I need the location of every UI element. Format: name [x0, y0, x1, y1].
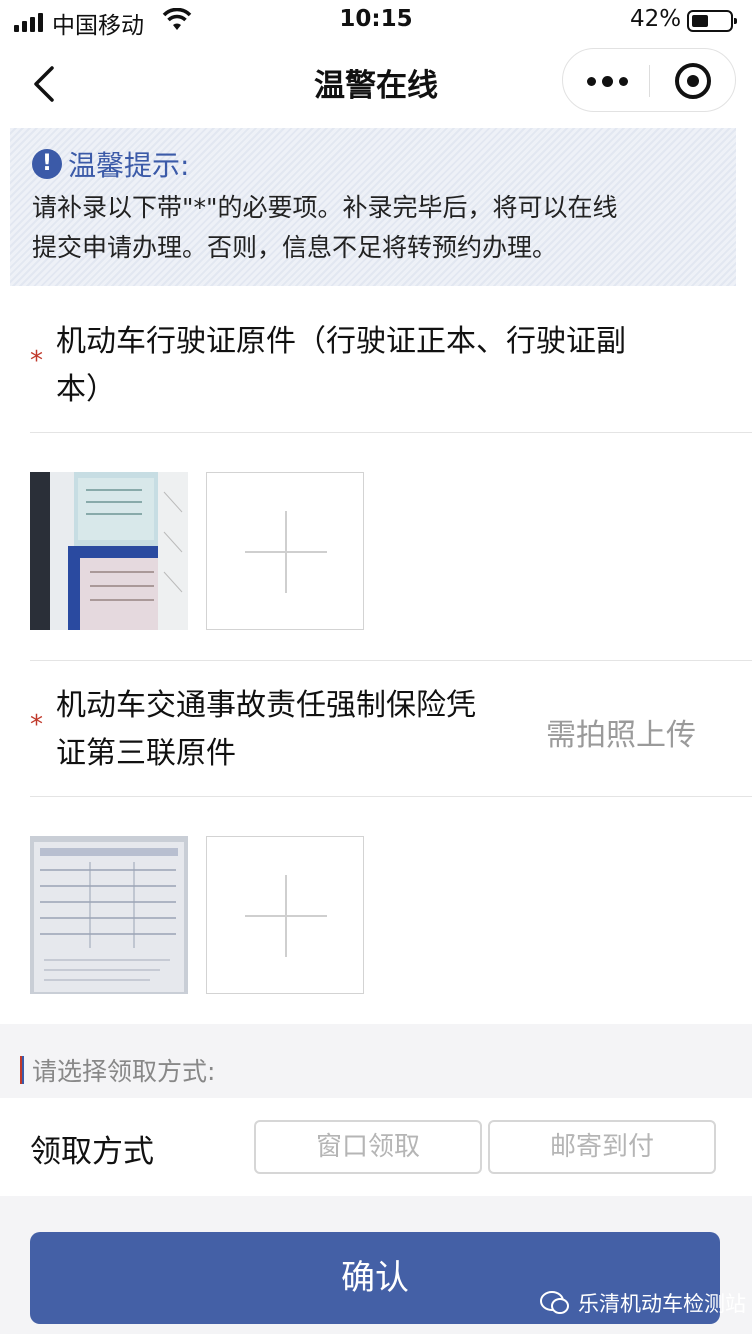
- exclamation-icon: !: [32, 149, 62, 179]
- tip-line-2: 提交申请办理。否则，信息不足将转预约办理。: [32, 233, 558, 262]
- required-star: *: [30, 346, 43, 376]
- divider: [30, 796, 752, 797]
- license-label-line-1: 机动车行驶证原件（行驶证正本、行驶证副: [56, 324, 626, 359]
- nav-bar: 温警在线: [0, 44, 752, 124]
- required-star: *: [30, 710, 43, 740]
- license-label-line-2: 本）: [56, 372, 116, 407]
- close-target-icon[interactable]: [675, 63, 711, 99]
- more-dots-icon[interactable]: [587, 76, 628, 87]
- section-marker: [20, 1056, 24, 1084]
- window-pickup-option[interactable]: 窗口领取: [254, 1120, 482, 1174]
- insurance-label-line-2: 证第三联原件: [56, 736, 236, 771]
- mini-program-capsule: [562, 48, 736, 112]
- add-photo-button[interactable]: [206, 472, 364, 630]
- mail-cod-option[interactable]: 邮寄到付: [488, 1120, 716, 1174]
- divider: [30, 432, 752, 433]
- pickup-section-header: 请选择领取方式:: [20, 1052, 215, 1088]
- tip-line-1: 请补录以下带"*"的必要项。补录完毕后，将可以在线: [32, 193, 618, 222]
- license-photo-thumbnail[interactable]: [30, 472, 188, 630]
- status-bar: 中国移动 10:15 42%: [0, 0, 752, 44]
- insurance-label-line-1: 机动车交通事故责任强制保险凭: [56, 688, 476, 723]
- pickup-method-row: 领取方式 窗口领取 邮寄到付: [0, 1098, 752, 1196]
- tip-title: ! 温馨提示:: [32, 144, 189, 184]
- watermark-text: 乐清机动车检测站: [578, 1292, 746, 1316]
- insurance-section-label: 机动车交通事故责任强制保险凭 证第三联原件: [56, 686, 476, 774]
- pickup-label: 领取方式: [30, 1134, 154, 1170]
- battery-icon: [687, 10, 737, 32]
- capsule-divider: [649, 65, 650, 97]
- upload-hint: 需拍照上传: [546, 718, 696, 753]
- add-photo-button[interactable]: [206, 836, 364, 994]
- insurance-photo-thumbnail[interactable]: [30, 836, 188, 994]
- battery-percent: 42%: [630, 6, 682, 32]
- wechat-icon: [540, 1291, 569, 1314]
- warm-tip-panel: ! 温馨提示: 请补录以下带"*"的必要项。补录完毕后，将可以在线 提交申请办理…: [10, 128, 736, 286]
- license-section-label: 机动车行驶证原件（行驶证正本、行驶证副 本）: [56, 322, 626, 410]
- watermark: 乐清机动车检测站: [540, 1288, 746, 1318]
- divider: [30, 660, 752, 661]
- pickup-title: 请选择领取方式:: [32, 1057, 216, 1086]
- tip-title-text: 温馨提示:: [68, 149, 190, 182]
